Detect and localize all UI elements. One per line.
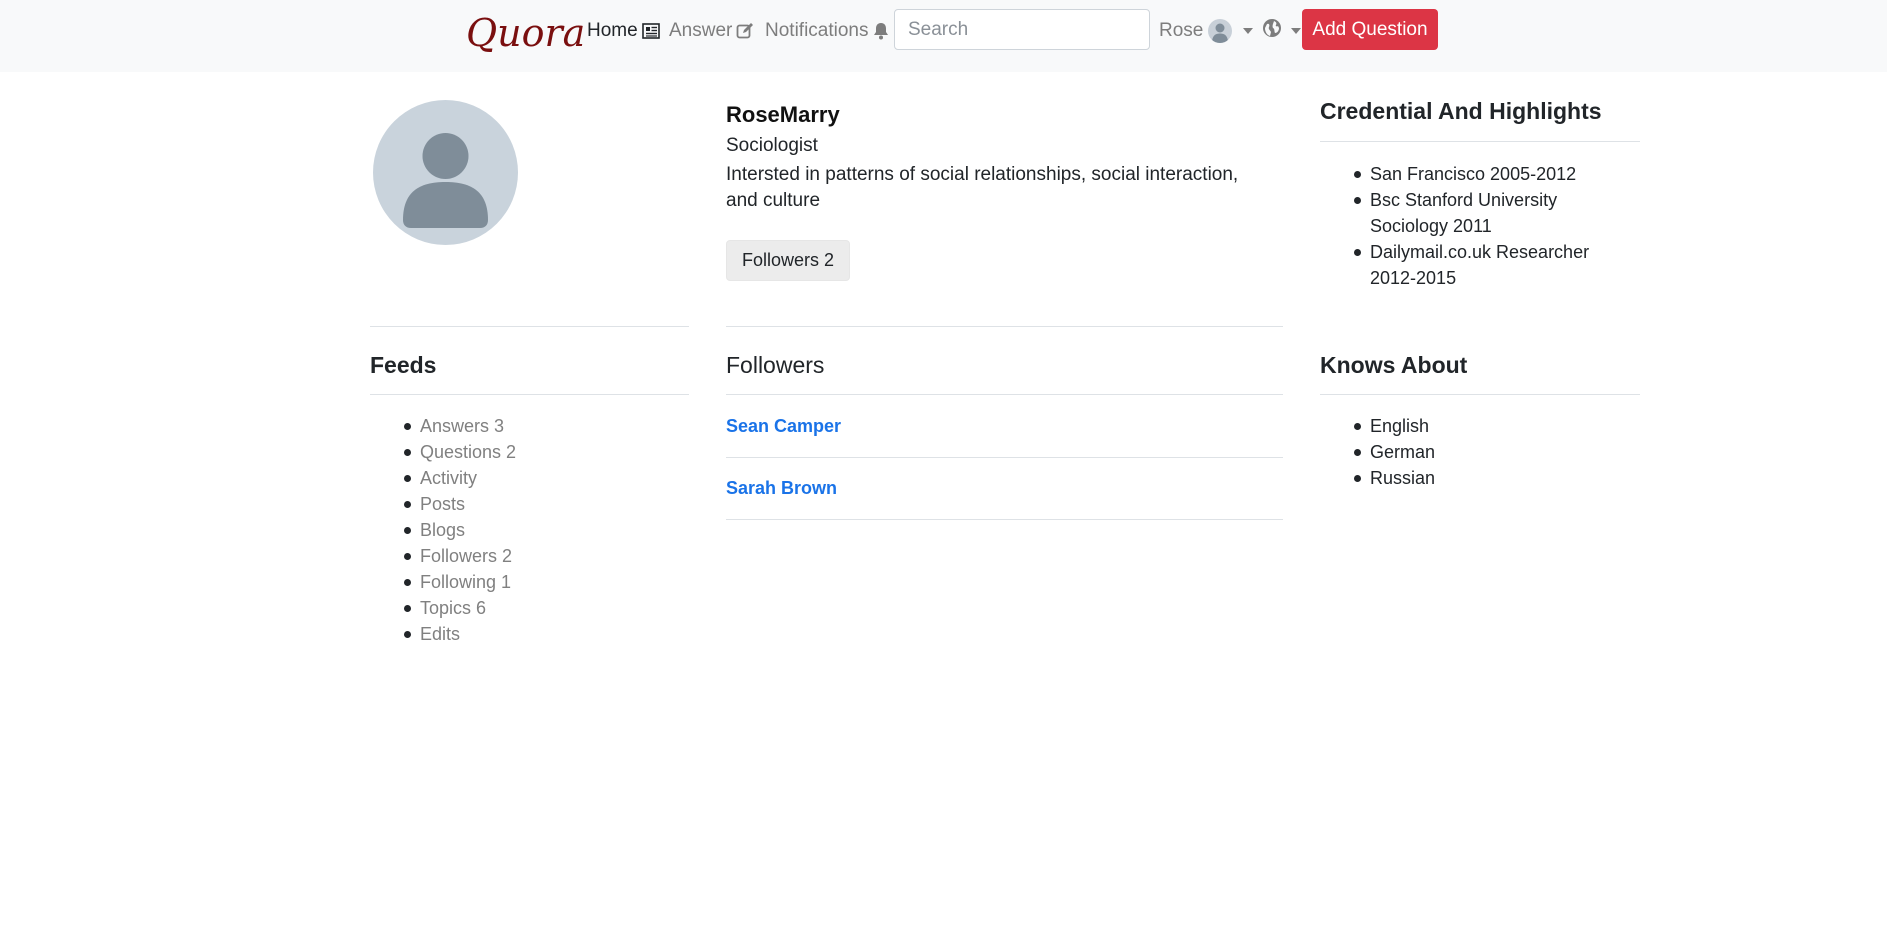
chevron-down-icon bbox=[1291, 28, 1301, 34]
add-question-button[interactable]: Add Question bbox=[1302, 9, 1438, 50]
divider bbox=[1320, 394, 1640, 395]
profile-bio: Intersted in patterns of social relation… bbox=[726, 164, 1239, 211]
bell-icon bbox=[873, 22, 889, 40]
list-item: Russian bbox=[1354, 465, 1640, 491]
profile-title: Sociologist bbox=[726, 135, 818, 156]
user-name: Rose bbox=[1159, 20, 1204, 41]
user-menu-dropdown[interactable]: Rose bbox=[1159, 18, 1254, 44]
brand-logo[interactable]: Quora bbox=[466, 10, 585, 56]
list-item: English bbox=[1354, 413, 1640, 439]
feed-item-topics[interactable]: Topics 6 bbox=[404, 595, 680, 621]
feed-item-followers[interactable]: Followers 2 bbox=[404, 543, 680, 569]
newspaper-icon bbox=[641, 23, 660, 39]
feed-item-questions[interactable]: Questions 2 bbox=[404, 439, 680, 465]
divider bbox=[726, 457, 1283, 458]
divider bbox=[370, 326, 689, 327]
credentials-title: Credential And Highlights bbox=[1320, 98, 1602, 124]
profile-avatar bbox=[373, 100, 518, 245]
credentials-list: San Francisco 2005-2012 Bsc Stanford Uni… bbox=[1354, 161, 1640, 291]
feed-item-blogs[interactable]: Blogs bbox=[404, 517, 680, 543]
followers-title: Followers bbox=[726, 352, 825, 378]
nav-answer[interactable]: Answer bbox=[669, 18, 754, 44]
profile-name: RoseMarry bbox=[726, 102, 840, 127]
nav-notifications[interactable]: Notifications bbox=[765, 18, 889, 44]
chevron-down-icon bbox=[1243, 28, 1254, 34]
feed-item-edits[interactable]: Edits bbox=[404, 621, 680, 647]
list-item: San Francisco 2005-2012 bbox=[1354, 161, 1640, 187]
search-input[interactable] bbox=[894, 9, 1150, 50]
list-item: Dailymail.co.uk Researcher 2012-2015 bbox=[1354, 239, 1640, 291]
feed-item-answers[interactable]: Answers 3 bbox=[404, 413, 680, 439]
divider bbox=[726, 326, 1283, 327]
top-navbar: Quora Home Answer Notifications Rose Add… bbox=[0, 0, 1887, 72]
language-dropdown[interactable] bbox=[1262, 18, 1301, 44]
follower-link[interactable]: Sean Camper bbox=[726, 416, 841, 437]
follower-link[interactable]: Sarah Brown bbox=[726, 478, 837, 499]
knows-about-list: English German Russian bbox=[1354, 413, 1640, 491]
nav-home-label: Home bbox=[587, 20, 638, 41]
edit-icon bbox=[736, 22, 754, 40]
nav-notifications-label: Notifications bbox=[765, 20, 869, 41]
nav-home[interactable]: Home bbox=[587, 18, 660, 44]
feed-item-following[interactable]: Following 1 bbox=[404, 569, 680, 595]
divider bbox=[370, 394, 689, 395]
feeds-list: Answers 3 Questions 2 Activity Posts Blo… bbox=[404, 413, 680, 647]
divider bbox=[1320, 141, 1640, 142]
avatar bbox=[1208, 19, 1233, 43]
divider bbox=[726, 394, 1283, 395]
list-item: German bbox=[1354, 439, 1640, 465]
divider bbox=[726, 519, 1283, 520]
globe-icon bbox=[1262, 18, 1282, 44]
list-item: Bsc Stanford University Sociology 2011 bbox=[1354, 187, 1640, 239]
feed-item-activity[interactable]: Activity bbox=[404, 465, 680, 491]
nav-answer-label: Answer bbox=[669, 20, 733, 41]
feed-item-posts[interactable]: Posts bbox=[404, 491, 680, 517]
feeds-title: Feeds bbox=[370, 352, 437, 378]
knows-about-title: Knows About bbox=[1320, 352, 1468, 378]
followers-button[interactable]: Followers 2 bbox=[726, 240, 851, 281]
